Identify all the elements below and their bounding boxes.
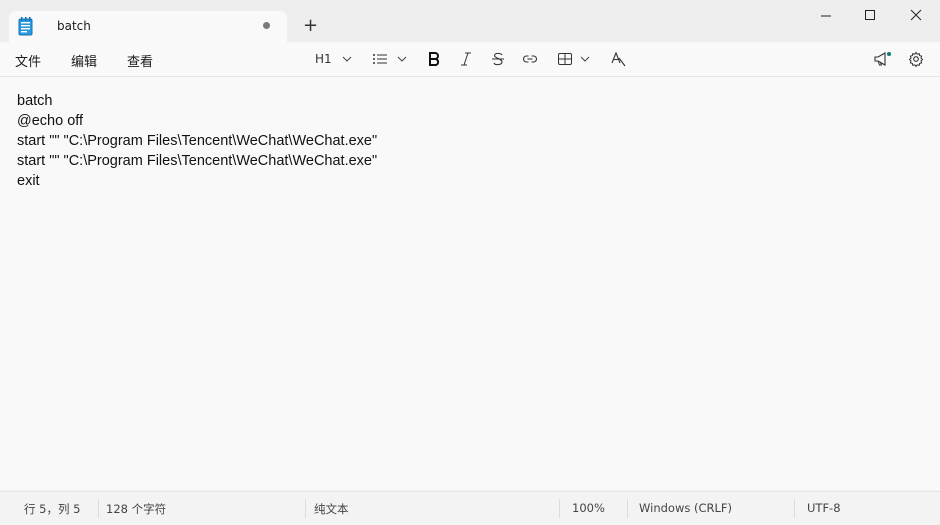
minimize-button[interactable] <box>816 6 836 26</box>
bold-icon <box>429 52 440 66</box>
menu-edit[interactable]: 编辑 <box>71 51 97 70</box>
clear-format-icon <box>611 51 626 67</box>
editor-line: start "" "C:\Program Files\Tencent\WeCha… <box>17 153 378 169</box>
maximize-button[interactable] <box>860 6 880 26</box>
link-button[interactable] <box>522 50 538 68</box>
gear-icon <box>908 51 924 67</box>
close-button[interactable] <box>906 6 926 26</box>
zoom-level[interactable]: 100% <box>572 501 605 515</box>
italic-button[interactable] <box>458 50 474 68</box>
tab-batch[interactable]: batch <box>9 11 287 42</box>
status-divider <box>559 499 560 518</box>
menu-file[interactable]: 文件 <box>15 51 41 70</box>
heading-label: H1 <box>315 52 332 66</box>
status-divider <box>98 499 99 518</box>
bold-button[interactable] <box>426 50 442 68</box>
status-divider <box>794 499 795 518</box>
announcement-button[interactable] <box>873 50 891 68</box>
editor-line: start "" "C:\Program Files\Tencent\WeCha… <box>17 133 378 149</box>
encoding[interactable]: UTF-8 <box>807 501 841 515</box>
character-count: 128 个字符 <box>106 502 167 516</box>
settings-button[interactable] <box>908 50 924 68</box>
text-format[interactable]: 纯文本 <box>314 501 349 517</box>
title-bar: batch + <box>0 0 940 42</box>
status-divider <box>305 499 306 518</box>
clear-format-button[interactable] <box>610 50 626 68</box>
table-dropdown[interactable] <box>557 50 592 68</box>
announcement-icon <box>874 52 891 66</box>
menu-view[interactable]: 查看 <box>127 51 153 70</box>
link-icon <box>523 55 537 63</box>
list-icon <box>373 54 387 64</box>
status-divider <box>627 499 628 518</box>
editor-line: batch <box>17 93 53 109</box>
tab-title: batch <box>57 19 91 33</box>
text-editor[interactable]: batch @echo off start "" "C:\Program Fil… <box>0 77 940 490</box>
status-bar: 行 5，列 5 128 个字符 纯文本 100% Windows (CRLF) … <box>0 491 940 525</box>
editor-line: @echo off <box>17 113 84 129</box>
table-icon <box>558 53 572 65</box>
unsaved-dot-icon[interactable] <box>263 22 270 29</box>
strikethrough-icon <box>492 52 504 66</box>
chevron-down-icon <box>342 56 352 62</box>
editor-line: exit <box>17 173 40 189</box>
cursor-position: 行 5，列 5 <box>24 502 81 516</box>
line-ending[interactable]: Windows (CRLF) <box>639 501 732 515</box>
chevron-down-icon <box>580 56 590 62</box>
italic-icon <box>461 52 471 66</box>
menu-bar: 文件 编辑 查看 H1 <box>0 42 940 77</box>
new-tab-button[interactable]: + <box>303 16 318 36</box>
notepad-icon <box>17 16 35 36</box>
chevron-down-icon <box>397 56 407 62</box>
list-dropdown[interactable] <box>372 50 409 68</box>
strikethrough-button[interactable] <box>490 50 506 68</box>
heading-dropdown[interactable]: H1 <box>315 50 354 68</box>
